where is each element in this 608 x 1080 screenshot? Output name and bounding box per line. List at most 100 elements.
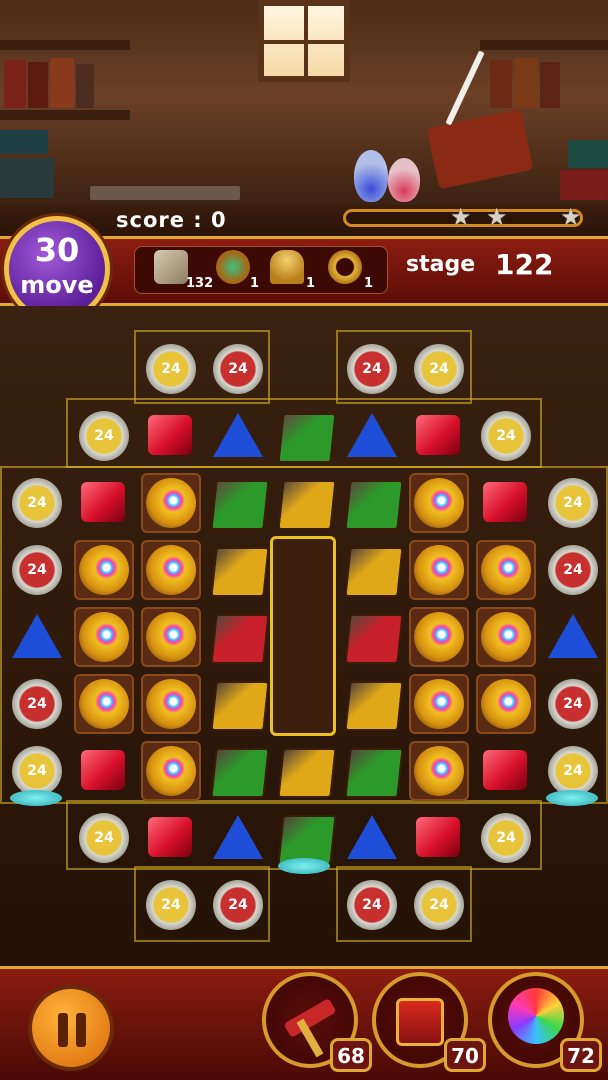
red-bubble-piece[interactable]: 24 [339,336,405,402]
green-book-piece[interactable] [339,470,405,536]
gold-bubble-piece[interactable]: 24 [406,872,472,938]
red-gem-piece[interactable] [406,805,472,871]
green-book-piece[interactable] [205,738,271,804]
gold-bubble-piece[interactable]: 24 [71,805,137,871]
red-bubble-piece[interactable]: 24 [339,872,405,938]
green-book-icon [210,480,270,530]
red-bubble-piece[interactable]: 24 [205,872,271,938]
gold-bubble-icon: 24 [12,478,62,528]
green-book-icon [210,748,270,798]
gold-book-icon [210,547,270,597]
green-book-piece[interactable] [205,470,271,536]
red-gem-icon [416,415,460,455]
blue-gem-icon [548,614,598,658]
gold-bubble-piece[interactable]: 24 [138,872,204,938]
treasure-pile-piece[interactable] [138,604,204,670]
chest-icon [396,998,444,1046]
gold-book-piece[interactable] [205,671,271,737]
treasure-pile-piece[interactable] [71,604,137,670]
red-gem-piece[interactable] [138,805,204,871]
red-gem-piece[interactable] [71,470,137,536]
red-bubble-piece[interactable]: 24 [4,537,70,603]
chest-count: 70 [444,1038,486,1072]
treasure-pile-piece[interactable] [71,671,137,737]
treasure-pile-piece[interactable] [138,537,204,603]
treasure-pile-piece[interactable] [406,537,472,603]
gold-bubble-icon: 24 [481,813,531,863]
red-gem-icon [148,415,192,455]
red-bubble-piece[interactable]: 24 [205,336,271,402]
treasure-pile-icon [481,545,531,595]
treasure-pile-piece[interactable] [406,671,472,737]
gold-bubble-piece[interactable]: 24 [473,805,539,871]
gold-book-piece[interactable] [339,671,405,737]
treasure-pile-piece[interactable] [473,537,539,603]
treasure-pile-piece[interactable] [71,537,137,603]
gold-bubble-piece[interactable]: 24 [138,336,204,402]
treasure-pile-icon [481,679,531,729]
treasure-pile-icon [481,612,531,662]
red-gem-piece[interactable] [71,738,137,804]
red-bubble-icon: 24 [213,880,263,930]
red-gem-icon [416,817,460,857]
gold-book-piece[interactable] [272,470,338,536]
gold-bubble-icon: 24 [146,880,196,930]
gold-bubble-icon: 24 [548,746,598,796]
red-bubble-icon: 24 [213,344,263,394]
red-bubble-piece[interactable]: 24 [540,671,606,737]
gold-bubble-piece[interactable]: 24 [406,336,472,402]
green-book-piece[interactable] [339,738,405,804]
blue-gem-icon [347,413,397,457]
pause-button[interactable] [28,985,114,1071]
red-gem-piece[interactable] [406,403,472,469]
treasure-pile-icon [414,746,464,796]
gold-bubble-piece[interactable]: 24 [473,403,539,469]
green-book-icon [277,413,337,463]
blue-gem-piece[interactable] [205,805,271,871]
pause-icon [76,1013,86,1047]
treasure-pile-icon [79,612,129,662]
blue-gem-piece[interactable] [339,403,405,469]
treasure-pile-piece[interactable] [473,604,539,670]
gold-book-piece[interactable] [205,537,271,603]
red-book-piece[interactable] [339,604,405,670]
red-gem-icon [81,750,125,790]
treasure-pile-piece[interactable] [138,738,204,804]
red-gem-icon [81,482,125,522]
gold-book-piece[interactable] [339,537,405,603]
red-bubble-icon: 24 [347,344,397,394]
hammer-count: 68 [330,1038,372,1072]
gold-bubble-piece[interactable]: 24 [71,403,137,469]
treasure-pile-piece[interactable] [406,470,472,536]
blue-gem-piece[interactable] [540,604,606,670]
treasure-pile-piece[interactable] [406,738,472,804]
gold-bubble-piece[interactable]: 24 [540,470,606,536]
treasure-pile-icon [146,478,196,528]
blue-gem-piece[interactable] [205,403,271,469]
treasure-pile-piece[interactable] [406,604,472,670]
red-gem-piece[interactable] [473,470,539,536]
blue-gem-piece[interactable] [4,604,70,670]
green-book-piece[interactable] [272,403,338,469]
gold-bubble-icon: 24 [414,880,464,930]
blue-gem-icon [213,815,263,859]
gold-book-icon [277,748,337,798]
blue-gem-icon [347,815,397,859]
gold-book-piece[interactable] [272,738,338,804]
red-bubble-piece[interactable]: 24 [4,671,70,737]
teleport-portal [546,790,598,806]
red-bubble-piece[interactable]: 24 [540,537,606,603]
red-gem-piece[interactable] [138,403,204,469]
treasure-pile-piece[interactable] [138,671,204,737]
treasure-pile-piece[interactable] [138,470,204,536]
red-book-piece[interactable] [205,604,271,670]
blue-gem-piece[interactable] [339,805,405,871]
gold-bubble-icon: 24 [79,813,129,863]
gold-bubble-piece[interactable]: 24 [4,470,70,536]
blue-gem-icon [12,614,62,658]
gold-book-icon [277,480,337,530]
gold-book-icon [210,681,270,731]
red-gem-piece[interactable] [473,738,539,804]
red-gem-icon [148,817,192,857]
treasure-pile-piece[interactable] [473,671,539,737]
